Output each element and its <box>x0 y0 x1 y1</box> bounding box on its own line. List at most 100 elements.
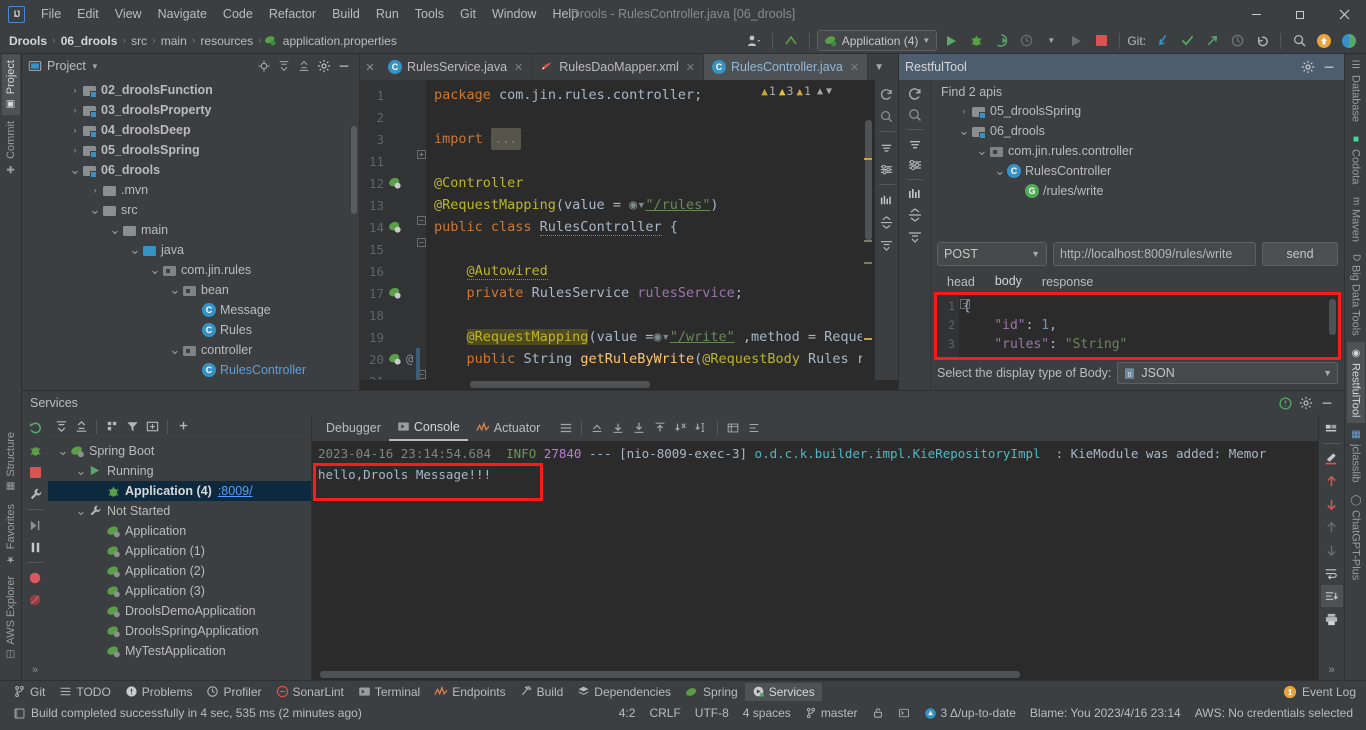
editor-tab-RulesDaoMapper-xml[interactable]: RulesDaoMapper.xml ✕ <box>532 54 704 80</box>
tree-item[interactable]: ⌄ java <box>22 240 359 260</box>
sidebar-item-structure[interactable]: ▦ Structure <box>2 426 20 498</box>
inspection-warning-3[interactable]: ▲ 1 <box>796 84 811 98</box>
lock-icon[interactable] <box>865 705 891 721</box>
restful-api-tree[interactable]: Find 2 apis › 05_droolsSpring ⌄ 06_drools ⌄ c… <box>931 80 1344 238</box>
body-scrollbar[interactable] <box>1329 299 1336 335</box>
chevron-right-icon[interactable]: › <box>68 85 82 95</box>
tree-item[interactable]: ⌄ src <box>22 200 359 220</box>
console-tab-console[interactable]: Console <box>388 416 468 441</box>
service-tree-item[interactable]: MyTestApplication <box>48 641 311 661</box>
console-tab-bar[interactable]: Debugger Console Actuator <box>312 415 1318 441</box>
chevron-down-icon[interactable]: ⌄ <box>74 464 88 477</box>
api-tree-item[interactable]: ⌄ C RulesController <box>931 161 1344 181</box>
close-button[interactable] <box>1322 0 1366 28</box>
hide-panel-icon[interactable] <box>1320 58 1338 76</box>
indent-setting[interactable]: 4 spaces <box>736 704 798 722</box>
chevron-right-icon[interactable]: › <box>68 125 82 135</box>
chevron-down-icon[interactable]: ⌄ <box>128 243 142 256</box>
url-input[interactable]: http://localhost:8009/rules/write <box>1053 242 1256 266</box>
file-encoding[interactable]: UTF-8 <box>688 704 736 722</box>
bottom-tab-dependencies[interactable]: Dependencies <box>570 683 678 701</box>
api-tree-item[interactable]: ⌄ 06_drools <box>931 121 1344 141</box>
table-icon[interactable] <box>723 418 743 438</box>
service-tree-item[interactable]: ⌄ Not Started <box>48 501 311 521</box>
service-tree-item[interactable]: Application (2) <box>48 561 311 581</box>
sidebar-item-commit[interactable]: ✚ Commit <box>2 115 20 180</box>
api-tree-item[interactable]: ⌄ com.jin.rules.controller <box>931 141 1344 161</box>
refresh-icon[interactable] <box>877 84 897 104</box>
menu-item-view[interactable]: View <box>107 3 150 25</box>
gutter-line[interactable]: 19 <box>360 326 426 348</box>
service-tree-item[interactable]: DroolsSpringApplication <box>48 621 311 641</box>
send-button[interactable]: send <box>1262 242 1338 266</box>
arrow-down-icon[interactable] <box>1321 493 1343 515</box>
arrow-up-icon[interactable] <box>1321 470 1343 492</box>
settings-icon[interactable] <box>315 57 333 75</box>
editor-tabs[interactable]: ✕ C RulesService.java ✕ RulesDaoMapper.xml ✕… <box>360 54 898 80</box>
refresh-icon[interactable] <box>905 84 925 104</box>
list-icon[interactable] <box>744 418 764 438</box>
chevron-right-icon[interactable]: › <box>68 145 82 155</box>
run-icon[interactable] <box>940 30 962 52</box>
gutter-line[interactable]: 18 <box>360 304 426 326</box>
service-port-link[interactable]: :8009/ <box>218 484 253 498</box>
close-icon[interactable]: ✕ <box>850 61 859 74</box>
breadcrumb-item-1[interactable]: 06_drools <box>58 33 121 49</box>
console-tab-actuator[interactable]: Actuator <box>468 417 549 440</box>
arrow-down-dim-icon[interactable] <box>1321 539 1343 561</box>
chevron-down-icon[interactable]: ⌄ <box>68 163 82 176</box>
filter-icon[interactable] <box>123 418 141 436</box>
tree-item[interactable]: › .mvn <box>22 180 359 200</box>
build-status[interactable]: Build completed successfully in 4 sec, 5… <box>6 704 369 722</box>
expand-icon[interactable] <box>877 212 897 232</box>
expand-all-icon[interactable] <box>275 57 293 75</box>
chevron-down-icon[interactable]: ⌄ <box>88 203 102 216</box>
gutter-line[interactable]: 11 <box>360 150 426 172</box>
event-log-label[interactable]: Event Log <box>1302 685 1356 699</box>
menu-item-code[interactable]: Code <box>215 3 261 25</box>
menu-item-help[interactable]: Help <box>544 3 586 25</box>
print-icon[interactable] <box>1321 608 1343 630</box>
menu-item-navigate[interactable]: Navigate <box>150 3 215 25</box>
rerun-icon[interactable] <box>25 418 45 438</box>
close-icon[interactable]: ✕ <box>360 54 380 80</box>
window-controls[interactable] <box>1234 0 1366 28</box>
breadcrumb-item-0[interactable]: Drools <box>6 33 50 49</box>
group-icon[interactable] <box>103 418 121 436</box>
tree-item[interactable]: C RulesController <box>22 360 359 380</box>
bottom-tab-problems[interactable]: Problems <box>118 683 200 701</box>
git-rollback-icon[interactable] <box>1251 30 1273 52</box>
request-body-editor[interactable]: 1 2 3 { "id": 1, "rules": "String" − <box>934 292 1341 360</box>
chevron-right-icon[interactable]: › <box>957 106 971 116</box>
chevron-down-icon[interactable]: ⌄ <box>975 144 989 157</box>
tree-item[interactable]: C Rules <box>22 320 359 340</box>
tree-item[interactable]: › 05_droolsSpring <box>22 140 359 160</box>
spring-bean-icon[interactable] <box>386 176 404 190</box>
edit-icon[interactable] <box>1321 447 1343 469</box>
request-tabs[interactable]: head body response <box>931 270 1344 295</box>
expand-more-icon[interactable]: » <box>32 664 38 680</box>
settings-sliders-icon[interactable] <box>905 155 925 175</box>
locate-icon[interactable] <box>255 57 273 75</box>
chevron-down-icon[interactable]: ⌄ <box>168 283 182 296</box>
console-tab-debugger[interactable]: Debugger <box>318 417 389 440</box>
git-update-icon[interactable] <box>1151 30 1173 52</box>
tree-item[interactable]: › 03_droolsProperty <box>22 100 359 120</box>
help-icon[interactable] <box>1276 394 1294 412</box>
menu-item-refactor[interactable]: Refactor <box>261 3 324 25</box>
http-method-select[interactable]: POST ▼ <box>937 242 1047 266</box>
chart-icon[interactable] <box>905 184 925 204</box>
chevron-down-icon[interactable]: ⌄ <box>148 263 162 276</box>
menu-item-tools[interactable]: Tools <box>407 3 452 25</box>
override-marker-icon[interactable]: @ <box>406 352 413 366</box>
bottom-tab-build[interactable]: Build <box>513 683 571 701</box>
sidebar-item-favorites[interactable]: ★ Favorites <box>2 498 20 570</box>
maximize-button[interactable] <box>1278 0 1322 28</box>
request-tab-body[interactable]: body <box>984 270 1032 295</box>
debug-icon[interactable] <box>25 440 45 460</box>
chevron-down-icon[interactable]: ⌄ <box>74 504 88 517</box>
gear-icon[interactable] <box>1299 58 1317 76</box>
bottom-tab-todo[interactable]: TODO <box>52 683 117 701</box>
gutter-line[interactable]: 16 <box>360 260 426 282</box>
notifications-icon[interactable] <box>1313 30 1335 52</box>
